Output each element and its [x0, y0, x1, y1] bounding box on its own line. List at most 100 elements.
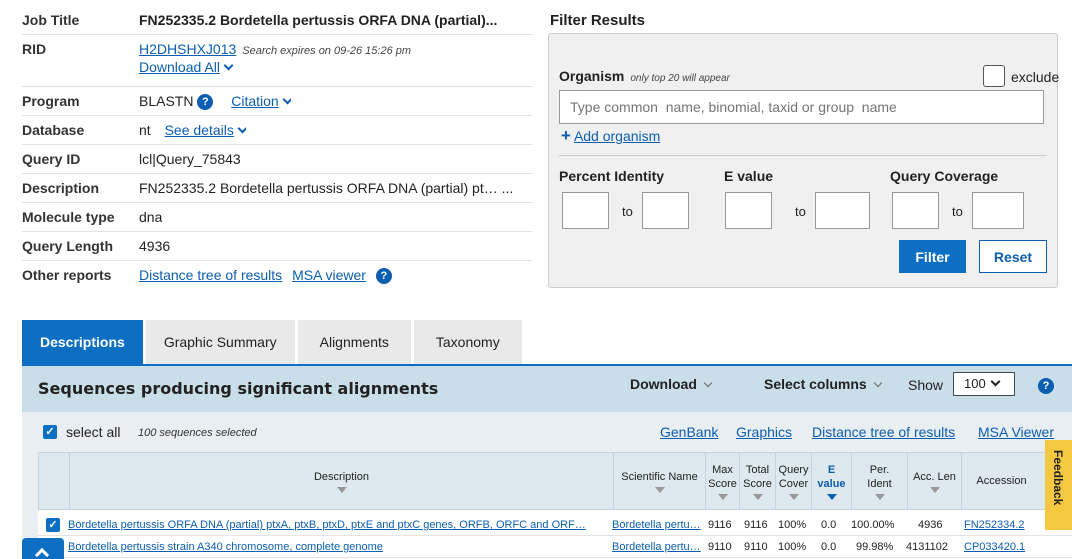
add-organism-link[interactable]: + Add organism — [561, 126, 660, 146]
column-e-value[interactable]: Evalue — [811, 453, 851, 509]
column-max-score[interactable]: Max Score — [705, 453, 739, 509]
row-accession-link[interactable]: FN252334.2 — [964, 519, 1025, 531]
to-label: to — [795, 204, 806, 219]
percent-identity-max-input[interactable] — [642, 192, 689, 229]
help-icon[interactable]: ? — [1038, 378, 1054, 394]
tab-descriptions[interactable]: Descriptions — [22, 320, 143, 364]
chevron-down-icon — [873, 378, 882, 388]
sort-icon — [874, 493, 885, 500]
column-description[interactable]: Description — [69, 453, 613, 509]
column-query-cover[interactable]: Query Cover — [775, 453, 811, 509]
query-id-value: lcl|Query_75843 — [139, 151, 241, 167]
to-label: to — [952, 204, 963, 219]
citation-link[interactable]: Citation — [231, 93, 278, 109]
select-all-label: select all — [66, 424, 121, 440]
feedback-label: Feedback — [1051, 450, 1065, 506]
e-value-max-input[interactable] — [815, 192, 870, 229]
chevron-down-icon — [703, 378, 713, 388]
e-value-min-input[interactable] — [725, 192, 772, 229]
selected-count: 100 sequences selected — [138, 427, 257, 439]
select-all-row: ✓ select all 100 sequences selected GenB… — [22, 422, 1072, 444]
chevron-down-icon — [237, 123, 246, 134]
tab-alignments[interactable]: Alignments — [297, 320, 411, 364]
chevron-down-icon — [990, 376, 1001, 387]
exclude-checkbox[interactable] — [983, 65, 1005, 87]
arrow-up-icon — [34, 547, 50, 559]
job-title-row: Job Title FN252335.2 Bordetella pertussi… — [22, 6, 532, 35]
percent-identity-min-input[interactable] — [562, 192, 609, 229]
query-coverage-label: Query Coverage — [890, 168, 999, 184]
row-per-ident: 100.00% — [851, 519, 895, 531]
other-reports-key: Other reports — [22, 267, 112, 283]
database-key: Database — [22, 122, 85, 138]
sort-icon — [654, 486, 665, 493]
row-checkbox[interactable]: ✓ — [46, 518, 60, 532]
filter-button[interactable]: Filter — [899, 240, 966, 273]
scroll-to-top-button[interactable] — [22, 538, 64, 559]
table-header: Description Scientific Name Max Score Tot… — [38, 452, 1072, 510]
results-title: Sequences producing significant alignmen… — [38, 379, 439, 398]
download-dropdown[interactable]: Download — [630, 376, 713, 392]
msa-viewer-link[interactable]: MSA viewer — [292, 267, 366, 283]
row-description-link[interactable]: Bordetella pertussis strain A340 chromos… — [68, 541, 610, 553]
molecule-type-row: Molecule type dna — [22, 203, 532, 232]
column-acc-len[interactable]: Acc. Len — [907, 453, 961, 509]
distance-tree-link[interactable]: Distance tree of results — [812, 424, 955, 440]
row-description-link[interactable]: Bordetella pertussis ORFA DNA (partial) … — [68, 519, 610, 531]
query-coverage-max-input[interactable] — [972, 192, 1024, 229]
e-value-label: E value — [724, 168, 774, 184]
filter-panel: Organism only top 20 will appear exclude … — [548, 33, 1060, 288]
job-title-value: FN252335.2 Bordetella pertussis ORFA DNA… — [139, 12, 498, 28]
program-key: Program — [22, 93, 80, 109]
reset-button[interactable]: Reset — [979, 240, 1047, 273]
sort-icon — [929, 486, 940, 493]
row-accession-link[interactable]: CP033420.1 — [964, 541, 1025, 553]
row-scientific-name-link[interactable]: Bordetella pertu… — [612, 541, 704, 553]
row-query-cover: 100% — [778, 519, 807, 531]
row-max-score: 9116 — [708, 519, 732, 531]
show-count-select[interactable]: 100 — [953, 372, 1015, 396]
sort-icon — [752, 493, 763, 500]
download-all-link[interactable]: Download All — [139, 59, 220, 75]
exclude-label: exclude — [1011, 69, 1060, 85]
rid-link[interactable]: H2DHSHXJ013 — [139, 41, 236, 57]
description-key: Description — [22, 180, 100, 196]
see-details-link[interactable]: See details — [165, 122, 234, 138]
query-coverage-min-input[interactable] — [892, 192, 939, 229]
chevron-down-icon — [282, 94, 291, 105]
help-icon[interactable]: ? — [197, 94, 214, 111]
row-e-value: 0.0 — [821, 541, 837, 553]
select-columns-dropdown[interactable]: Select columns — [764, 376, 882, 392]
to-label: to — [622, 204, 633, 219]
row-e-value: 0.0 — [821, 519, 837, 531]
genbank-link[interactable]: GenBank — [660, 424, 718, 440]
tab-graphic-summary[interactable]: Graphic Summary — [145, 320, 295, 364]
organism-input[interactable] — [559, 90, 1044, 124]
graphics-link[interactable]: Graphics — [736, 424, 792, 440]
table-row: ✓ Bordetella pertussis ORFA DNA (partial… — [38, 514, 1072, 536]
row-query-cover: 100% — [778, 541, 807, 553]
row-max-score: 9110 — [708, 541, 732, 553]
query-length-key: Query Length — [22, 238, 114, 254]
chevron-down-icon — [223, 60, 234, 71]
row-scientific-name-link[interactable]: Bordetella pertu… — [612, 519, 704, 531]
select-all-checkbox[interactable]: ✓ — [43, 425, 57, 439]
column-total-score[interactable]: Total Score — [739, 453, 775, 509]
filter-results-title: Filter Results — [550, 12, 646, 29]
rid-row: RID H2DHSHXJ013 Search expires on 09-26 1… — [22, 35, 532, 87]
results-tabs: Descriptions Graphic Summary Alignments … — [22, 320, 525, 364]
help-icon[interactable]: ? — [375, 268, 392, 285]
column-scientific-name[interactable]: Scientific Name — [613, 453, 705, 509]
tab-taxonomy[interactable]: Taxonomy — [413, 320, 522, 364]
msa-viewer-link[interactable]: MSA Viewer — [978, 424, 1054, 440]
column-accession[interactable]: Accession — [961, 453, 1041, 509]
row-total-score: 9116 — [744, 519, 768, 531]
database-row: Database nt See details — [22, 116, 532, 145]
column-per-ident[interactable]: Per. Ident — [851, 453, 907, 509]
feedback-tab[interactable]: Feedback — [1045, 440, 1072, 530]
table-row: Bordetella pertussis strain A340 chromos… — [38, 536, 1072, 558]
other-reports-row: Other reports Distance tree of results M… — [22, 261, 532, 290]
description-row: Description FN252335.2 Bordetella pertus… — [22, 174, 532, 203]
distance-tree-link[interactable]: Distance tree of results — [139, 267, 282, 283]
program-row: Program BLASTN ? Citation — [22, 87, 532, 116]
